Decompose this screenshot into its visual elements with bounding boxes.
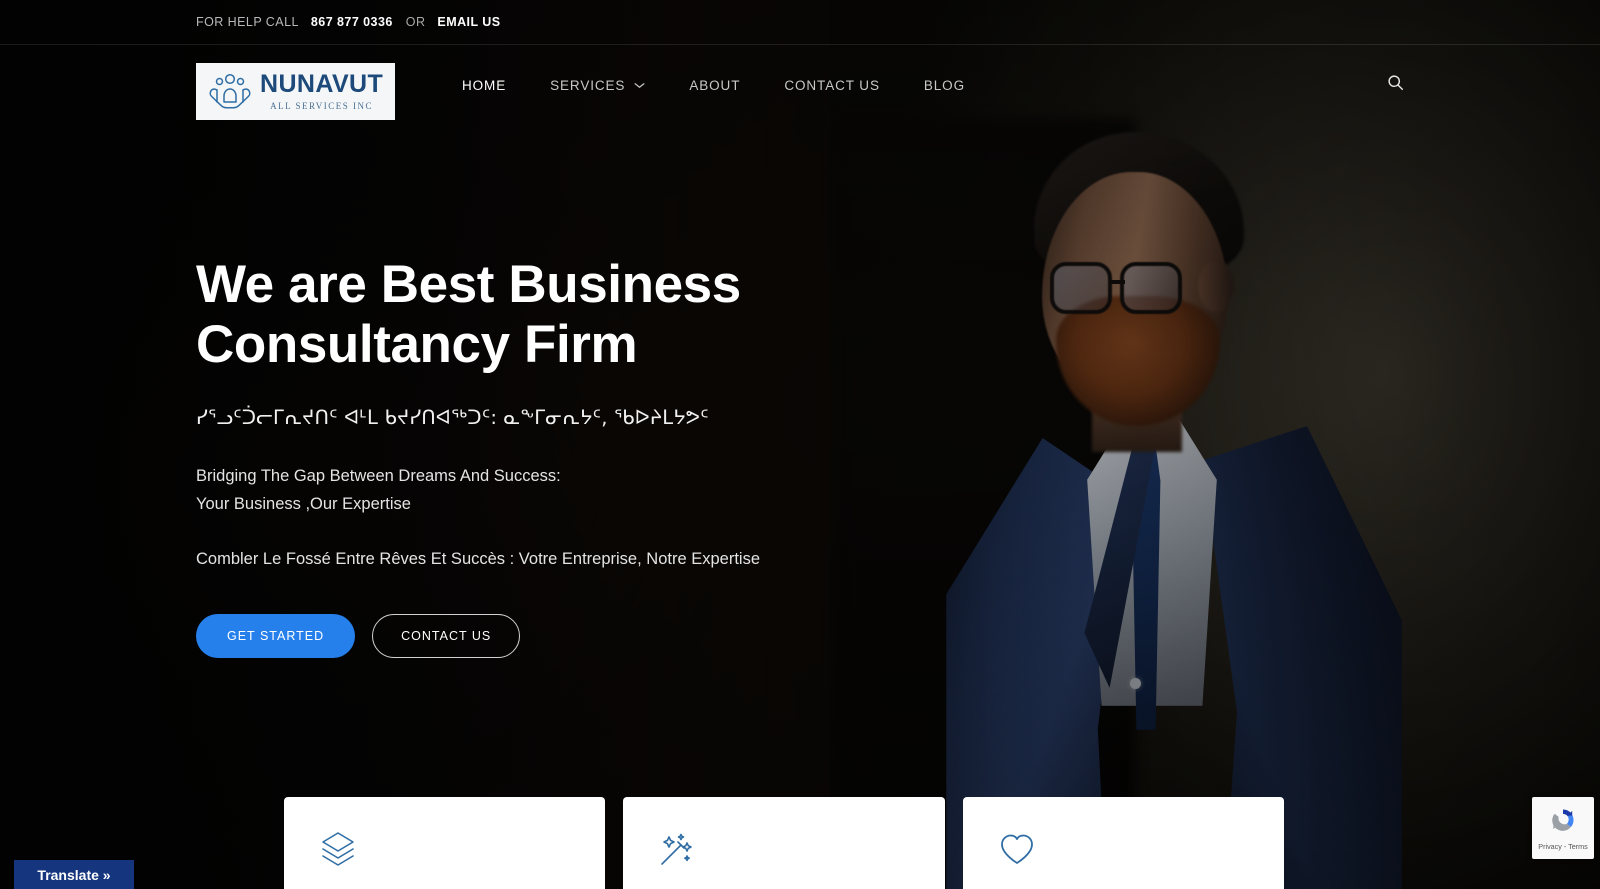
recaptcha-legal-text[interactable]: Privacy - Terms — [1538, 842, 1587, 851]
hero-english-line-1: Bridging The Gap Between Dreams And Succ… — [196, 466, 561, 485]
layers-icon — [318, 832, 358, 873]
hero-heading: We are Best Business Consultancy Firm — [196, 255, 741, 375]
site-logo[interactable]: NUNAVUT ALL SERVICES INC — [196, 63, 395, 120]
nav-item-about[interactable]: ABOUT — [667, 78, 762, 93]
phone-number-link[interactable]: 867 877 0336 — [311, 15, 393, 29]
contact-us-button[interactable]: CONTACT US — [372, 613, 521, 658]
logo-subtitle: ALL SERVICES INC — [270, 101, 374, 111]
search-icon — [1387, 74, 1404, 96]
chevron-down-icon — [634, 82, 645, 89]
nav-item-services[interactable]: SERVICES — [528, 78, 667, 93]
nav-item-home[interactable]: HOME — [440, 78, 528, 93]
magic-wand-icon — [657, 833, 697, 873]
hero-inuktitut-subtitle: ᓯᕐᓗᑦᑑᓕᒥᕆᔪᑎᑦ ᐊᒻᒪ ᑲᔪᓯᑎᐊᖅᑐᑦ: ᓇᖕᒥᓂᕆᔭᑦ, ᖃᐅᔨᒪᔭ… — [196, 405, 709, 429]
feature-card[interactable] — [284, 797, 606, 889]
google-translate-widget[interactable]: Translate » — [14, 860, 134, 889]
hero-french-paragraph: Combler Le Fossé Entre Rêves Et Succès :… — [196, 550, 760, 569]
page-root: FOR HELP CALL 867 877 0336 OR EMAIL US N… — [0, 0, 1600, 889]
feature-card[interactable] — [962, 797, 1284, 889]
hero-cta-group: GET STARTED CONTACT US — [196, 613, 956, 658]
feature-card[interactable] — [623, 797, 945, 889]
email-us-link[interactable]: EMAIL US — [437, 15, 500, 29]
feature-cards-row — [284, 797, 1284, 889]
top-contact-bar-inner: FOR HELP CALL 867 877 0336 OR EMAIL US — [196, 15, 501, 29]
nav-item-contact-us-label: CONTACT US — [784, 77, 880, 93]
logo-name: NUNAVUT — [260, 70, 384, 98]
nav-item-contact-us[interactable]: CONTACT US — [762, 78, 902, 93]
nav-item-services-label: SERVICES — [550, 77, 626, 93]
nav-item-blog-label: BLOG — [923, 77, 965, 93]
nav-item-home-label: HOME — [462, 77, 507, 93]
hero-english-paragraph: Bridging The Gap Between Dreams And Succ… — [196, 463, 956, 518]
or-separator-label: OR — [405, 15, 426, 29]
nav-item-blog[interactable]: BLOG — [902, 78, 987, 93]
hero-content: We are Best Business Consultancy Firm ᓯᕐ… — [196, 255, 956, 658]
top-contact-bar: FOR HELP CALL 867 877 0336 OR EMAIL US — [0, 0, 1600, 45]
search-button[interactable] — [1387, 45, 1404, 125]
heart-icon — [997, 834, 1037, 873]
main-navigation: HOME SERVICES ABOUT CONTACT US BLOG — [440, 45, 987, 125]
get-started-button[interactable]: GET STARTED — [196, 613, 356, 658]
hero-english-line-2: Your Business ,Our Expertise — [196, 494, 411, 513]
recaptcha-badge[interactable]: Privacy - Terms — [1532, 797, 1594, 859]
site-header: NUNAVUT ALL SERVICES INC HOME SERVICES A… — [0, 45, 1600, 125]
hands-holding-people-icon — [204, 70, 256, 114]
nav-item-about-label: ABOUT — [689, 77, 741, 93]
help-call-label: FOR HELP CALL — [196, 15, 299, 29]
recaptcha-icon — [1549, 806, 1577, 839]
logo-text-block: NUNAVUT ALL SERVICES INC — [260, 70, 384, 112]
